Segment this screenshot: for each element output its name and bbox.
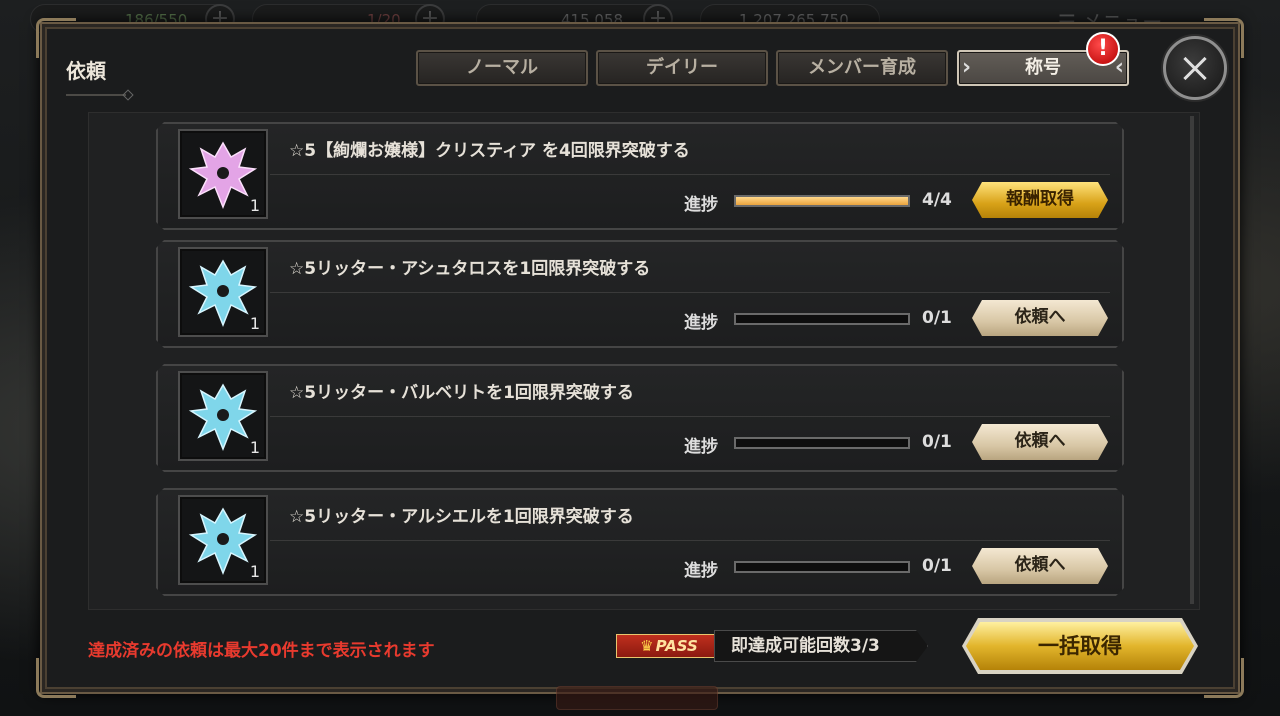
quest-row: 1 ☆5リッター・バルベリトを1回限界突破する 進捗 0/1 依頼へ xyxy=(156,364,1124,472)
progress-value: 4/4 xyxy=(922,190,952,210)
tab-normal[interactable]: ノーマル xyxy=(416,50,588,86)
pass-badge: ♛ PASS xyxy=(616,634,722,658)
tab-daily[interactable]: デイリー xyxy=(596,50,768,86)
reward-count: 1 xyxy=(249,562,260,581)
progress-label: 進捗 xyxy=(684,313,718,333)
divider xyxy=(270,174,1110,175)
progress-bar xyxy=(734,313,910,325)
reward-icon-box: 1 xyxy=(178,247,268,337)
quest-row: 1 ☆5【絢爛お嬢様】クリスティア を4回限界突破する 進捗 4/4 報酬取得 xyxy=(156,122,1124,230)
divider xyxy=(270,416,1110,417)
divider xyxy=(270,540,1110,541)
blue-crest-icon xyxy=(187,381,259,453)
close-button[interactable] xyxy=(1163,36,1227,100)
progress-bar xyxy=(734,437,910,449)
quest-title: ☆5リッター・アシュタロスを1回限界突破する xyxy=(289,259,651,279)
quest-row: 1 ☆5リッター・アシュタロスを1回限界突破する 進捗 0/1 依頼へ xyxy=(156,240,1124,348)
display-limit-notice: 達成済みの依頼は最大20件まで表示されます xyxy=(88,641,435,661)
reward-icon-box: 1 xyxy=(178,495,268,585)
claim-reward-button[interactable]: 報酬取得 xyxy=(972,182,1108,218)
frame-corner-ornament xyxy=(1204,658,1244,698)
alert-badge-icon: ! xyxy=(1086,32,1120,66)
go-to-quest-button[interactable]: 依頼へ xyxy=(972,548,1108,584)
panel-title: 依頼 xyxy=(66,59,106,83)
progress-bar xyxy=(734,561,910,573)
blue-crest-icon xyxy=(187,505,259,577)
title-flourish xyxy=(66,94,126,96)
instant-clear-count: 即達成可能回数3/3 xyxy=(714,630,928,662)
reward-count: 1 xyxy=(249,314,260,333)
progress-value: 0/1 xyxy=(922,432,952,452)
quest-row: 1 ☆5リッター・アルシエルを1回限界突破する 進捗 0/1 依頼へ xyxy=(156,488,1124,596)
quest-title: ☆5リッター・アルシエルを1回限界突破する xyxy=(289,507,634,527)
progress-label: 進捗 xyxy=(684,561,718,581)
progress-value: 0/1 xyxy=(922,556,952,576)
scrollbar[interactable] xyxy=(1190,116,1194,604)
blue-crest-icon xyxy=(187,257,259,329)
tab-member-training[interactable]: メンバー育成 xyxy=(776,50,948,86)
progress-label: 進捗 xyxy=(684,437,718,457)
go-to-quest-button[interactable]: 依頼へ xyxy=(972,300,1108,336)
quest-title: ☆5【絢爛お嬢様】クリスティア を4回限界突破する xyxy=(289,141,690,161)
claim-all-button[interactable]: 一括取得 xyxy=(966,622,1194,670)
frame-corner-ornament xyxy=(36,658,76,698)
quest-title: ☆5リッター・バルベリトを1回限界突破する xyxy=(289,383,634,403)
reward-icon-box: 1 xyxy=(178,129,268,219)
reward-count: 1 xyxy=(249,438,260,457)
go-to-quest-button[interactable]: 依頼へ xyxy=(972,424,1108,460)
pink-crest-icon xyxy=(187,139,259,211)
pass-label: PASS xyxy=(655,637,698,655)
progress-label: 進捗 xyxy=(684,195,718,215)
background-tab xyxy=(556,686,718,710)
progress-bar xyxy=(734,195,910,207)
reward-count: 1 xyxy=(249,196,260,215)
progress-value: 0/1 xyxy=(922,308,952,328)
crown-icon: ♛ xyxy=(640,637,654,655)
progress-fill xyxy=(736,197,908,205)
reward-icon-box: 1 xyxy=(178,371,268,461)
frame-corner-ornament xyxy=(36,18,76,58)
divider xyxy=(270,292,1110,293)
